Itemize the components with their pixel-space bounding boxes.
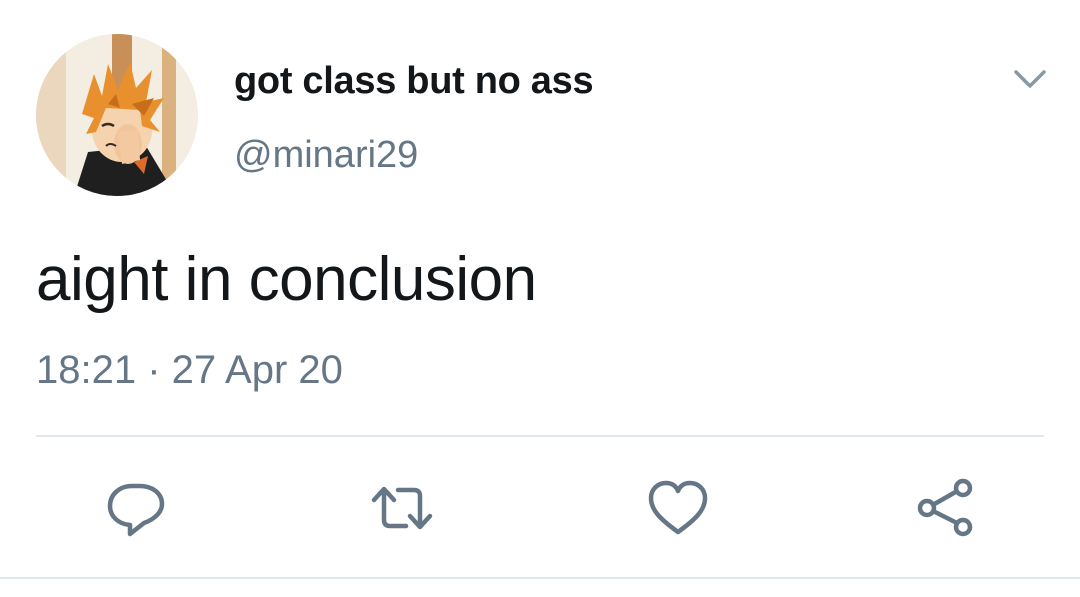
tweet-menu-button[interactable]: [1010, 62, 1050, 96]
share-button[interactable]: [914, 476, 978, 540]
tweet-text: aight in conclusion: [36, 245, 537, 314]
retweet-button[interactable]: [370, 476, 434, 540]
reply-button[interactable]: [104, 476, 168, 540]
avatar[interactable]: [36, 34, 198, 196]
comment-bubble-icon: [107, 483, 165, 537]
user-handle[interactable]: @minari29: [234, 134, 418, 177]
tweet-card: got class but no ass @minari29 aight in …: [0, 0, 1080, 597]
divider: [36, 435, 1044, 437]
like-button[interactable]: [646, 476, 710, 540]
bottom-divider: [0, 577, 1080, 579]
chevron-down-icon: [1014, 70, 1046, 88]
share-nodes-icon: [917, 478, 973, 537]
heart-icon: [648, 480, 708, 535]
retweet-arrows-icon: [371, 486, 433, 530]
display-name[interactable]: got class but no ass: [234, 60, 594, 103]
tweet-timestamp[interactable]: 18:21 · 27 Apr 20: [36, 348, 343, 393]
avatar-image: [36, 34, 198, 196]
